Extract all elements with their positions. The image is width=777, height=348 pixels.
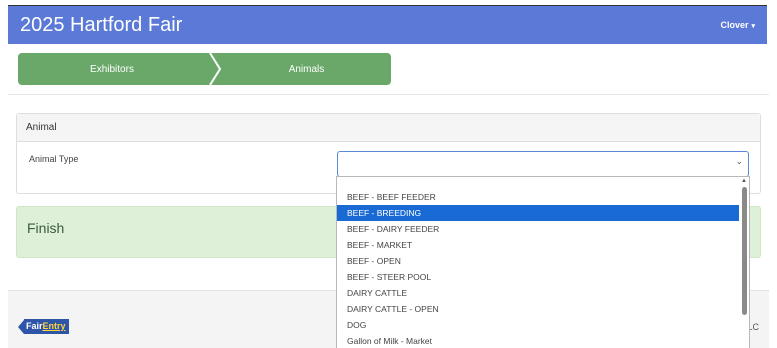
dropdown-option[interactable]: BEEF - OPEN <box>337 253 739 269</box>
scroll-up-icon[interactable]: ▲ <box>740 177 748 186</box>
user-menu[interactable]: Clover ▾ <box>720 20 755 30</box>
dropdown-option[interactable]: BEEF - MARKET <box>337 237 739 253</box>
dropdown-option[interactable]: Gallon of Milk - Market <box>337 333 739 348</box>
app-header: 2025 Hartford Fair Clover ▾ <box>8 5 767 44</box>
dropdown-options: BEEF - BEEF FEEDER BEEF - BREEDING BEEF - … <box>337 189 739 348</box>
step-exhibitors[interactable]: Exhibitors <box>18 53 206 85</box>
animal-type-select[interactable]: ⌄ <box>337 151 749 177</box>
step-label: Animals <box>288 63 325 75</box>
app-title: 2025 Hartford Fair <box>20 14 183 36</box>
dropdown-option[interactable]: BEEF - BREEDING <box>337 205 739 221</box>
scrollbar-thumb[interactable] <box>742 187 747 315</box>
dropdown-option[interactable]: BEEF - BEEF FEEDER <box>337 189 739 205</box>
step-animals[interactable]: Animals <box>222 53 391 85</box>
fairentry-logo[interactable]: FairEntry <box>18 319 69 334</box>
finish-label: Finish <box>27 220 65 236</box>
chevron-down-icon: ⌄ <box>735 156 743 166</box>
step-separator-icon <box>204 53 224 85</box>
dropdown-option[interactable]: BEEF - STEER POOL <box>337 269 739 285</box>
caret-down-icon: ▾ <box>751 23 755 30</box>
dropdown-option[interactable]: BEEF - DAIRY FEEDER <box>337 221 739 237</box>
animal-type-label: Animal Type <box>29 154 79 164</box>
logo-text: FairEntry <box>24 319 69 334</box>
wizard-steps: Exhibitors Animals <box>16 53 396 85</box>
divider <box>8 94 769 95</box>
dropdown-option[interactable]: DOG <box>337 317 739 333</box>
dropdown-option[interactable]: DAIRY CATTLE <box>337 285 739 301</box>
user-menu-label: Clover <box>720 20 749 30</box>
step-label: Exhibitors <box>90 63 134 75</box>
panel-heading: Animal <box>17 114 760 142</box>
dropdown-option[interactable]: DAIRY CATTLE - OPEN <box>337 301 739 317</box>
animal-type-dropdown[interactable]: BEEF - BEEF FEEDER BEEF - BREEDING BEEF - … <box>336 176 750 348</box>
